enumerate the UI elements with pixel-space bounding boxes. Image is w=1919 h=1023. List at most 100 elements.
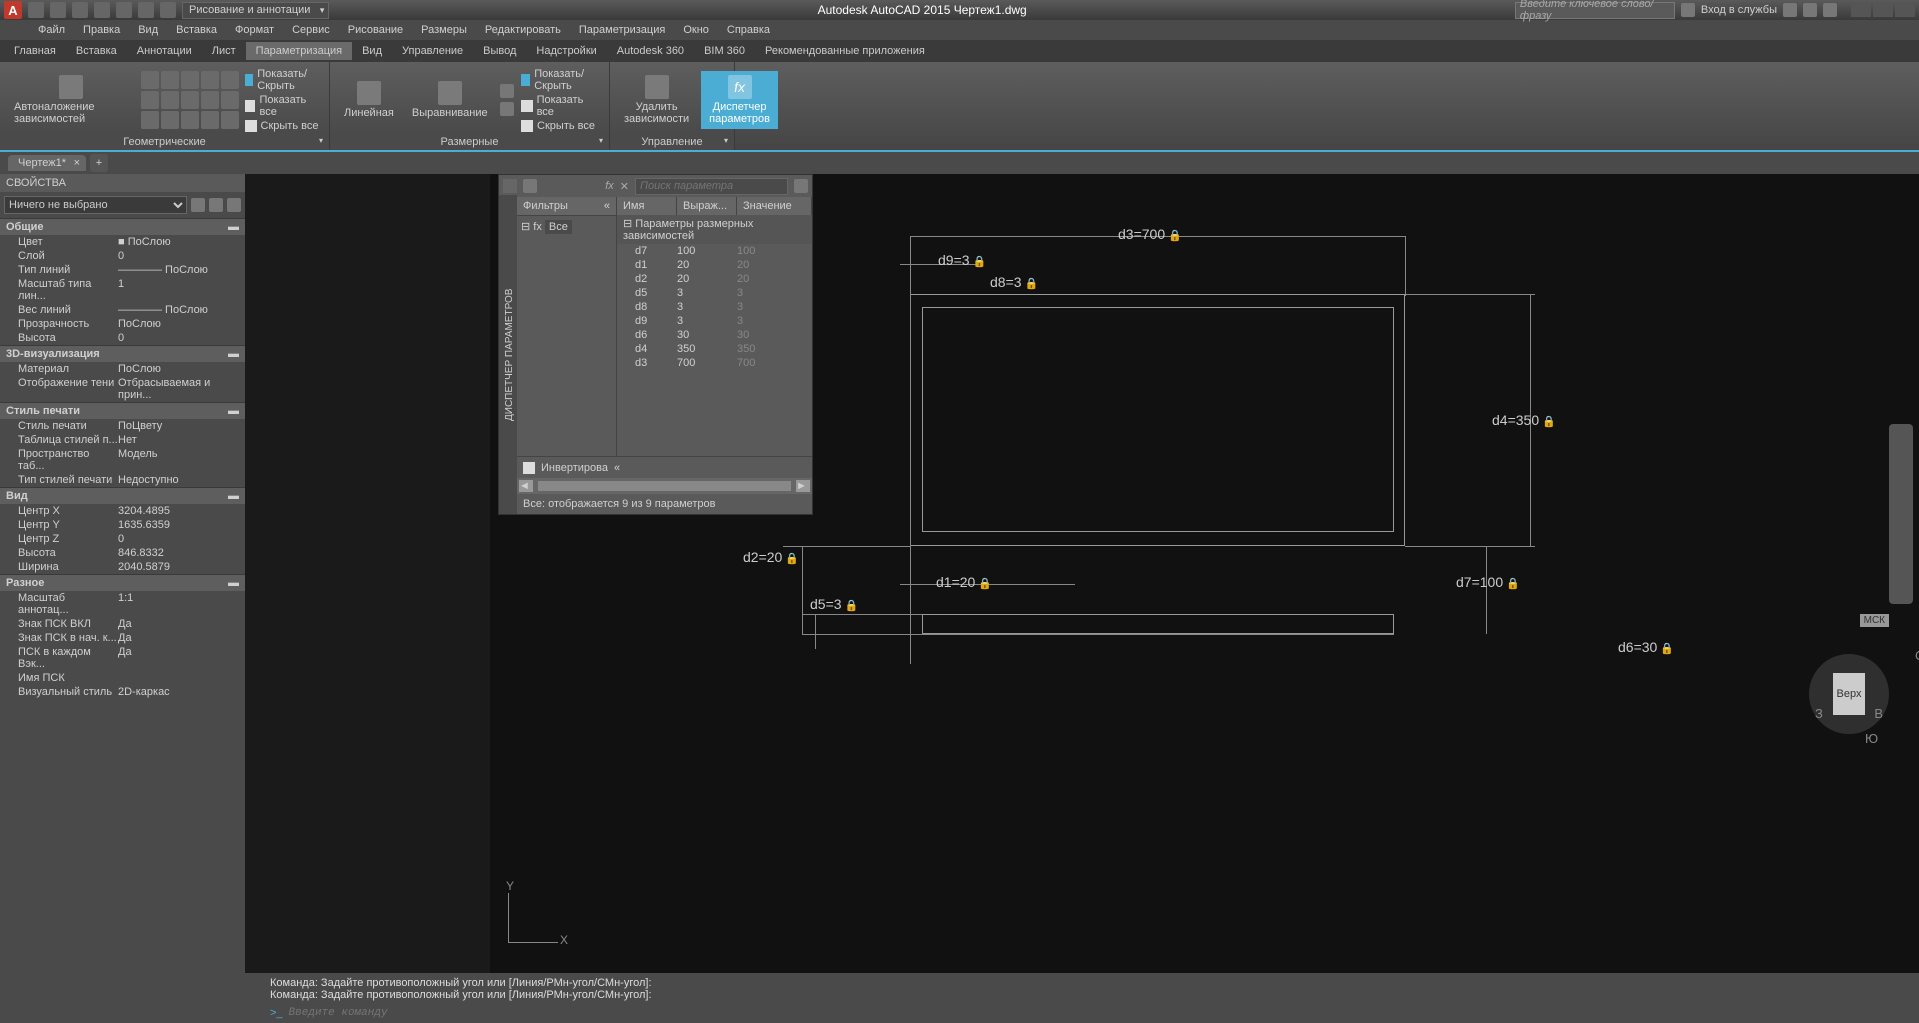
param-row[interactable]: d22020 bbox=[617, 272, 812, 286]
menu-Справка[interactable]: Справка bbox=[719, 22, 778, 38]
app-icon[interactable]: A bbox=[4, 1, 22, 19]
prop-row[interactable]: Тип линий———— ПоСлою bbox=[0, 263, 245, 277]
qat-save-icon[interactable] bbox=[72, 2, 88, 18]
help-icon[interactable] bbox=[1823, 3, 1837, 17]
auto-constrain-button[interactable]: Автоналожение зависимостей bbox=[8, 73, 135, 127]
dim-icon-2[interactable] bbox=[500, 102, 514, 116]
param-row[interactable]: d3700700 bbox=[617, 356, 812, 370]
ribbon-tab-8[interactable]: Надстройки bbox=[526, 42, 606, 60]
param-row[interactable]: d12020 bbox=[617, 258, 812, 272]
menu-Рисование[interactable]: Рисование bbox=[340, 22, 411, 38]
menu-Параметризация[interactable]: Параметризация bbox=[571, 22, 673, 38]
prop-row[interactable]: Знак ПСК ВКЛДа bbox=[0, 617, 245, 631]
prop-row[interactable]: Слой0 bbox=[0, 249, 245, 263]
prop-section[interactable]: Стиль печати▬ bbox=[0, 402, 245, 419]
dim-icon[interactable] bbox=[500, 84, 514, 98]
dim-d9[interactable]: d9=3 bbox=[938, 252, 986, 268]
pickadd-icon[interactable] bbox=[191, 198, 205, 212]
parameters-manager-button[interactable]: fxДиспетчер параметров bbox=[701, 71, 778, 129]
prop-row[interactable]: Стиль печатиПоЦвету bbox=[0, 419, 245, 433]
qat-redo-icon[interactable] bbox=[160, 2, 176, 18]
prop-row[interactable]: Тип стилей печатиНедоступно bbox=[0, 473, 245, 487]
menu-Сервис[interactable]: Сервис bbox=[284, 22, 338, 38]
prop-row[interactable]: Центр X3204.4895 bbox=[0, 504, 245, 518]
navigation-bar[interactable] bbox=[1889, 424, 1913, 604]
hide-all-button[interactable]: Скрыть все bbox=[245, 119, 322, 133]
param-row[interactable]: d533 bbox=[617, 286, 812, 300]
qat-new-icon[interactable] bbox=[28, 2, 44, 18]
menu-Файл[interactable]: Файл bbox=[30, 22, 73, 38]
help-search[interactable]: Введите ключевое слово/фразу bbox=[1515, 2, 1675, 19]
drawing-canvas[interactable]: fx ✕ ДИСПЕТЧЕР ПАРАМЕТРОВ Фильтры« ⊟ fx … bbox=[490, 174, 1919, 973]
param-filter-icon[interactable] bbox=[523, 179, 537, 193]
ribbon-tab-4[interactable]: Параметризация bbox=[246, 42, 352, 60]
search-icon[interactable] bbox=[794, 179, 808, 193]
prop-row[interactable]: Цвет■ ПоСлою bbox=[0, 235, 245, 249]
param-row[interactable]: d7100100 bbox=[617, 244, 812, 258]
prop-row[interactable]: ПрозрачностьПоСлою bbox=[0, 317, 245, 331]
dim-d6[interactable]: d6=30 bbox=[1618, 639, 1674, 655]
qat-plot-icon[interactable] bbox=[116, 2, 132, 18]
ribbon-tab-5[interactable]: Вид bbox=[352, 42, 392, 60]
prop-row[interactable]: Центр Y1635.6359 bbox=[0, 518, 245, 532]
ribbon-tab-0[interactable]: Главная bbox=[4, 42, 66, 60]
menu-Вставка[interactable]: Вставка bbox=[168, 22, 225, 38]
panel-label-geometric[interactable]: Геометрические bbox=[0, 134, 329, 150]
prop-row[interactable]: Отображение тениОтбрасываемая и прин... bbox=[0, 376, 245, 402]
linear-button[interactable]: Линейная bbox=[338, 79, 400, 121]
param-search-input[interactable] bbox=[635, 178, 788, 195]
ribbon-tab-11[interactable]: Рекомендованные приложения bbox=[755, 42, 935, 60]
menu-Правка[interactable]: Правка bbox=[75, 22, 128, 38]
menu-Редактировать[interactable]: Редактировать bbox=[477, 22, 569, 38]
param-close-button[interactable] bbox=[503, 179, 517, 193]
prop-row[interactable]: ПСК в каждом Вэк...Да bbox=[0, 645, 245, 671]
dim-d3[interactable]: d3=700 bbox=[1118, 226, 1182, 242]
select-objects-icon[interactable] bbox=[209, 198, 223, 212]
prop-row[interactable]: Пространство таб...Модель bbox=[0, 447, 245, 473]
dim-hide-all-button[interactable]: Скрыть все bbox=[521, 119, 601, 133]
dim-d1[interactable]: d1=20 bbox=[936, 574, 992, 590]
aligned-button[interactable]: Выравнивание bbox=[406, 79, 494, 121]
prop-row[interactable]: Высота0 bbox=[0, 331, 245, 345]
dim-show-hide-button[interactable]: Показать/Скрыть bbox=[521, 67, 601, 93]
doc-tab[interactable]: Чертеж1* bbox=[8, 155, 86, 171]
ribbon-tab-3[interactable]: Лист bbox=[202, 42, 246, 60]
workspace-selector[interactable]: Рисование и аннотации bbox=[182, 2, 329, 19]
prop-row[interactable]: Визуальный стиль2D-каркас bbox=[0, 685, 245, 699]
command-input[interactable] bbox=[289, 1007, 1909, 1019]
show-all-button[interactable]: Показать все bbox=[245, 93, 322, 119]
param-group[interactable]: ⊟ Параметры размерных зависимостей bbox=[617, 215, 812, 244]
prop-row[interactable]: Знак ПСК в нач. к...Да bbox=[0, 631, 245, 645]
prop-row[interactable]: Масштаб типа лин...1 bbox=[0, 277, 245, 303]
prop-row[interactable]: Вес линий———— ПоСлою bbox=[0, 303, 245, 317]
qat-undo-icon[interactable] bbox=[138, 2, 154, 18]
prop-row[interactable]: Высота846.8332 bbox=[0, 546, 245, 560]
prop-section[interactable]: Общие▬ bbox=[0, 218, 245, 235]
prop-row[interactable]: Центр Z0 bbox=[0, 532, 245, 546]
selection-dropdown[interactable]: Ничего не выбрано bbox=[4, 196, 187, 214]
user-icon[interactable] bbox=[1681, 3, 1695, 17]
maximize-button[interactable] bbox=[1873, 3, 1893, 17]
prop-section[interactable]: Вид▬ bbox=[0, 487, 245, 504]
qat-saveas-icon[interactable] bbox=[94, 2, 110, 18]
menu-Размеры[interactable]: Размеры bbox=[413, 22, 475, 38]
col-name[interactable]: Имя bbox=[617, 197, 677, 215]
param-row[interactable]: d833 bbox=[617, 300, 812, 314]
dim-d4[interactable]: d4=350 bbox=[1492, 412, 1556, 428]
prop-row[interactable]: Масштаб аннотац...1:1 bbox=[0, 591, 245, 617]
quick-select-icon[interactable] bbox=[227, 198, 241, 212]
ucs-name[interactable]: МСК bbox=[1860, 614, 1889, 627]
sign-in-link[interactable]: Вход в службы bbox=[1701, 4, 1777, 16]
dim-d5[interactable]: d5=3 bbox=[810, 596, 858, 612]
param-row[interactable]: d63030 bbox=[617, 328, 812, 342]
prop-section[interactable]: 3D-визуализация▬ bbox=[0, 345, 245, 362]
geo-constraints-grid[interactable] bbox=[141, 71, 239, 129]
exchange-icon[interactable] bbox=[1783, 3, 1797, 17]
invert-checkbox[interactable] bbox=[523, 462, 535, 474]
show-hide-button[interactable]: Показать/Скрыть bbox=[245, 67, 322, 93]
new-tab-button[interactable]: + bbox=[90, 154, 108, 172]
cloud-icon[interactable] bbox=[1803, 3, 1817, 17]
ribbon-tab-2[interactable]: Аннотации bbox=[127, 42, 202, 60]
viewcube-top[interactable]: Верх bbox=[1833, 673, 1865, 715]
delete-constraints-button[interactable]: Удалить зависимости bbox=[618, 73, 695, 127]
